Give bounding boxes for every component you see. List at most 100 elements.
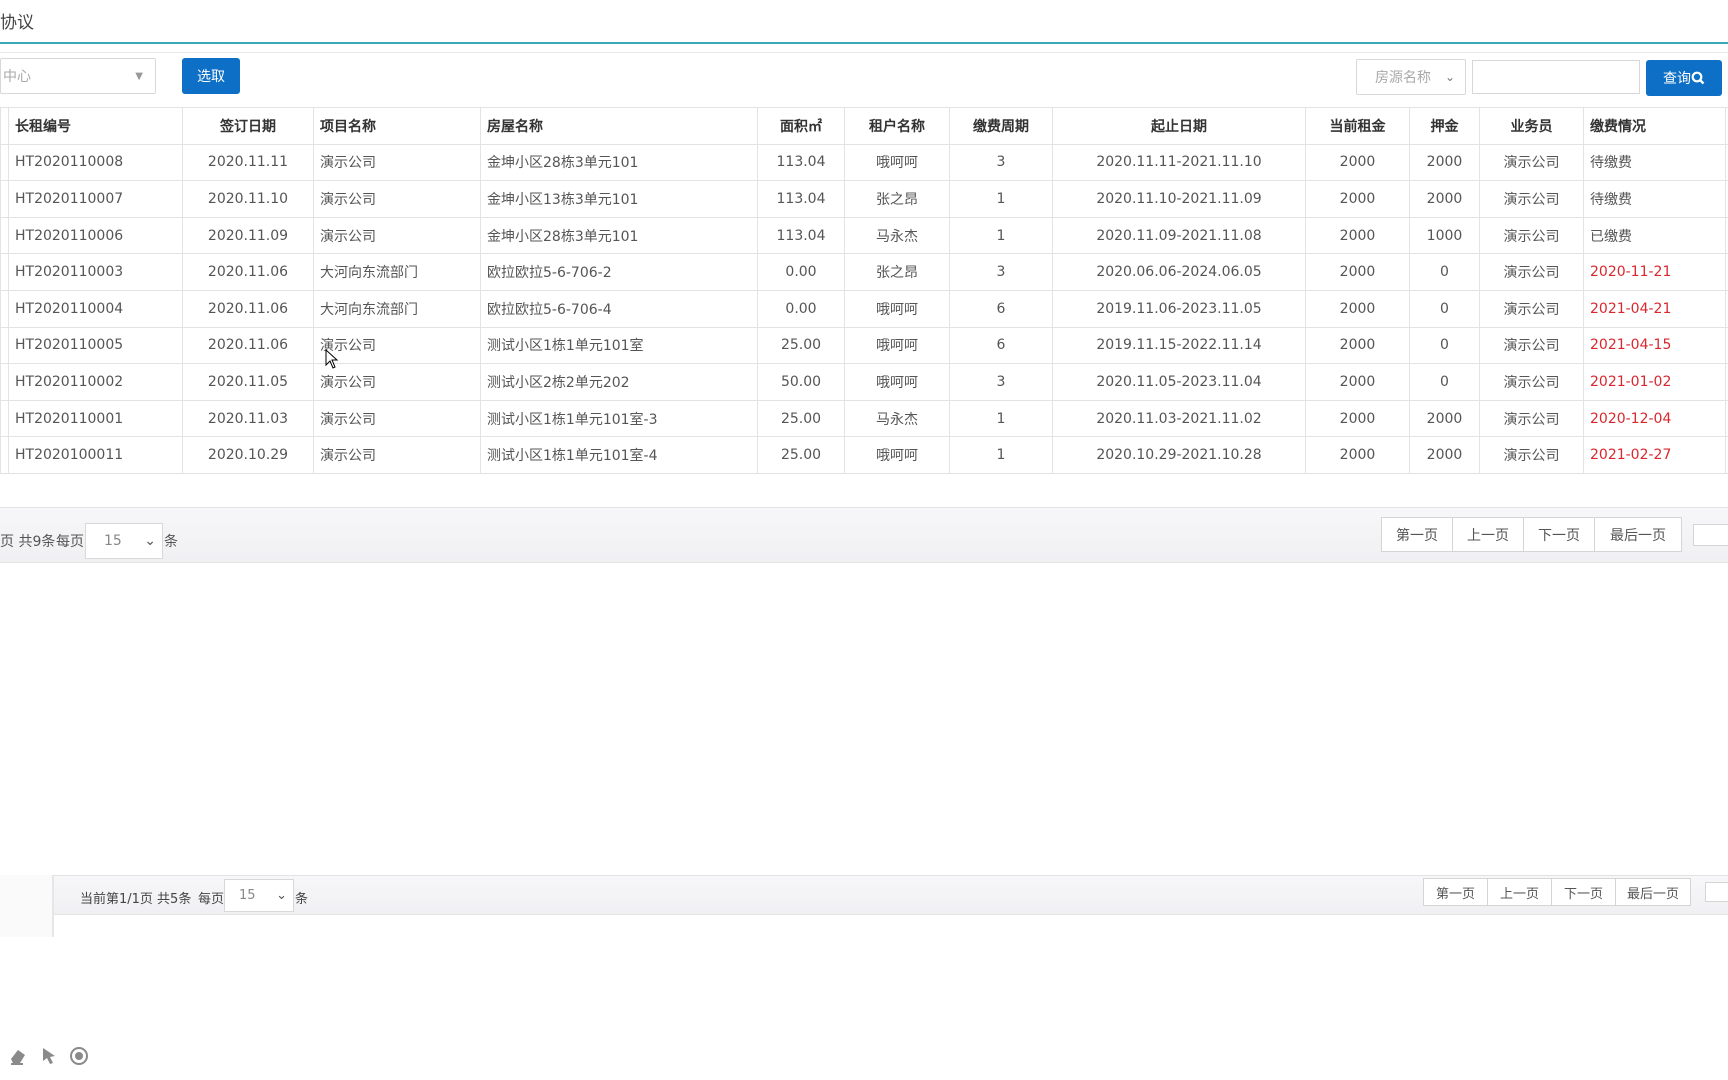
cell-lease-id: HT2020110005 xyxy=(8,326,183,365)
row-select-cell[interactable] xyxy=(0,253,9,291)
cell-value: 2020.11.09 xyxy=(182,216,314,255)
cell-value: 2020.11.05 xyxy=(182,363,314,401)
cell-value: 2000 xyxy=(1305,363,1410,401)
prev-page-button[interactable]: 上一页 xyxy=(1453,518,1524,551)
first-page-button[interactable]: 第一页 xyxy=(1424,879,1488,905)
per-page-select[interactable]: 15 ⌄ xyxy=(224,879,294,912)
cell-value: 演示公司 xyxy=(1479,289,1584,328)
org-select[interactable]: 中心 ▼ xyxy=(0,58,156,94)
caret-down-icon: ▼ xyxy=(135,70,143,82)
row-select-cell[interactable] xyxy=(0,289,9,328)
eraser-icon[interactable] xyxy=(8,1046,28,1071)
cell-payment-status: 已缴费 xyxy=(1583,216,1726,255)
table-row[interactable]: HT2020110008 2020.11.11 演示公司 金坤小区28栋3单元101 1… xyxy=(0,143,1728,182)
toolbar-divider xyxy=(0,52,1728,53)
table-row[interactable]: HT2020110001 2020.11.03 演示公司 测试小区1栋1单元101室-… xyxy=(0,399,1728,438)
page-jump-input[interactable] xyxy=(1693,524,1728,546)
cell-payment-status: 2020-11-21 xyxy=(1583,253,1726,291)
cell-value: 哦呵呵 xyxy=(844,436,950,474)
column-header[interactable]: 房屋名称 xyxy=(480,107,758,145)
column-header[interactable]: 缴费周期 xyxy=(949,107,1053,145)
next-page-button[interactable]: 下一页 xyxy=(1524,518,1595,551)
per-page-value: 15 xyxy=(104,533,122,549)
cell-value: 113.04 xyxy=(757,216,845,255)
cell-lease-id: HT2020110004 xyxy=(8,289,183,328)
cell-lease-id: HT2020100011 xyxy=(8,436,183,474)
cell-value: 3 xyxy=(949,143,1053,182)
pointer-icon[interactable] xyxy=(39,1046,59,1071)
checkbox-column xyxy=(0,107,9,145)
table-row[interactable]: HT2020110006 2020.11.09 演示公司 金坤小区28栋3单元101 1… xyxy=(0,216,1728,255)
cell-value: 1 xyxy=(949,399,1053,438)
table-row[interactable]: HT2020100011 2020.10.29 演示公司 测试小区1栋1单元101室-… xyxy=(0,436,1728,474)
search-input[interactable] xyxy=(1472,60,1640,94)
table-row[interactable]: HT2020110002 2020.11.05 演示公司 测试小区2栋2单元202 50… xyxy=(0,363,1728,401)
column-header[interactable]: 租户名称 xyxy=(844,107,950,145)
column-header[interactable]: 缴费情况 xyxy=(1583,107,1726,145)
pager-bar: 页 共9条 每页 15 ⌄ 条 第一页 上一页 下一页 最后一页 xyxy=(0,507,1728,563)
cell-value: 测试小区1栋1单元101室-3 xyxy=(480,399,758,438)
cell-value: 测试小区2栋2单元202 xyxy=(480,363,758,401)
prev-page-button[interactable]: 上一页 xyxy=(1488,879,1552,905)
cell-payment-status: 2020-12-04 xyxy=(1583,399,1726,438)
cell-value: 2000 xyxy=(1305,253,1410,291)
table-row[interactable]: HT2020110007 2020.11.10 演示公司 金坤小区13栋3单元101 1… xyxy=(0,180,1728,218)
row-select-cell[interactable] xyxy=(0,216,9,255)
column-header[interactable]: 起止日期 xyxy=(1052,107,1306,145)
cell-payment-status: 2021-02-27 xyxy=(1583,436,1726,474)
cell-value: 演示公司 xyxy=(313,436,481,474)
last-page-button[interactable]: 最后一页 xyxy=(1595,518,1681,551)
column-header[interactable]: 长租编号 xyxy=(8,107,183,145)
cell-value: 欧拉欧拉5-6-706-2 xyxy=(480,253,758,291)
cell-value: 演示公司 xyxy=(313,363,481,401)
cell-value: 2020.11.06 xyxy=(182,253,314,291)
column-header[interactable]: 押金 xyxy=(1409,107,1480,145)
cell-value: 2000 xyxy=(1305,289,1410,328)
first-page-button[interactable]: 第一页 xyxy=(1382,518,1453,551)
cell-value: 金坤小区13栋3单元101 xyxy=(480,180,758,218)
cell-lease-id: HT2020110001 xyxy=(8,399,183,438)
per-page-label: 每页 xyxy=(198,892,225,907)
cell-value: 1 xyxy=(949,436,1053,474)
query-button[interactable]: 查询 xyxy=(1646,60,1722,96)
cell-value: 演示公司 xyxy=(313,216,481,255)
row-select-cell[interactable] xyxy=(0,436,9,474)
column-header[interactable]: 当前租金 xyxy=(1305,107,1410,145)
column-header[interactable]: 面积㎡ xyxy=(757,107,845,145)
row-select-cell[interactable] xyxy=(0,399,9,438)
next-page-button[interactable]: 下一页 xyxy=(1552,879,1616,905)
cell-value: 2000 xyxy=(1409,180,1480,218)
record-icon[interactable] xyxy=(69,1046,89,1071)
search-icon xyxy=(1691,71,1705,85)
cell-value: 演示公司 xyxy=(1479,436,1584,474)
cell-value: 2000 xyxy=(1305,399,1410,438)
cell-value: 演示公司 xyxy=(1479,180,1584,218)
row-select-cell[interactable] xyxy=(0,180,9,218)
per-page-select[interactable]: 15 ⌄ xyxy=(85,523,163,559)
cell-value: 2020.11.05-2023.11.04 xyxy=(1052,363,1306,401)
column-header[interactable]: 业务员 xyxy=(1479,107,1584,145)
cell-value: 2019.11.06-2023.11.05 xyxy=(1052,289,1306,328)
last-page-button[interactable]: 最后一页 xyxy=(1616,879,1690,905)
cell-value: 2020.11.03-2021.11.02 xyxy=(1052,399,1306,438)
row-select-cell[interactable] xyxy=(0,326,9,365)
search-field-select[interactable]: 房源名称 ⌄ xyxy=(1356,59,1466,95)
column-header[interactable]: 签订日期 xyxy=(182,107,314,145)
cell-value: 2000 xyxy=(1305,216,1410,255)
pager-buttons: 第一页 上一页 下一页 最后一页 xyxy=(1423,878,1691,906)
pick-button[interactable]: 选取 xyxy=(182,58,240,94)
table-row[interactable]: HT2020110005 2020.11.06 演示公司 测试小区1栋1单元101室 2… xyxy=(0,326,1728,365)
table-row[interactable]: HT2020110003 2020.11.06 大河向东流部门 欧拉欧拉5-6-706… xyxy=(0,253,1728,291)
per-page-unit: 条 xyxy=(295,892,309,907)
row-select-cell[interactable] xyxy=(0,143,9,182)
cell-value: 113.04 xyxy=(757,180,845,218)
pager-buttons: 第一页 上一页 下一页 最后一页 xyxy=(1381,517,1682,552)
page-jump-input[interactable] xyxy=(1705,882,1728,902)
column-header[interactable]: 项目名称 xyxy=(313,107,481,145)
cell-value: 0 xyxy=(1409,326,1480,365)
cell-value: 1000 xyxy=(1409,216,1480,255)
cell-value: 测试小区1栋1单元101室-4 xyxy=(480,436,758,474)
row-select-cell[interactable] xyxy=(0,363,9,401)
table-row[interactable]: HT2020110004 2020.11.06 大河向东流部门 欧拉欧拉5-6-706… xyxy=(0,289,1728,328)
cell-value: 2020.11.10-2021.11.09 xyxy=(1052,180,1306,218)
